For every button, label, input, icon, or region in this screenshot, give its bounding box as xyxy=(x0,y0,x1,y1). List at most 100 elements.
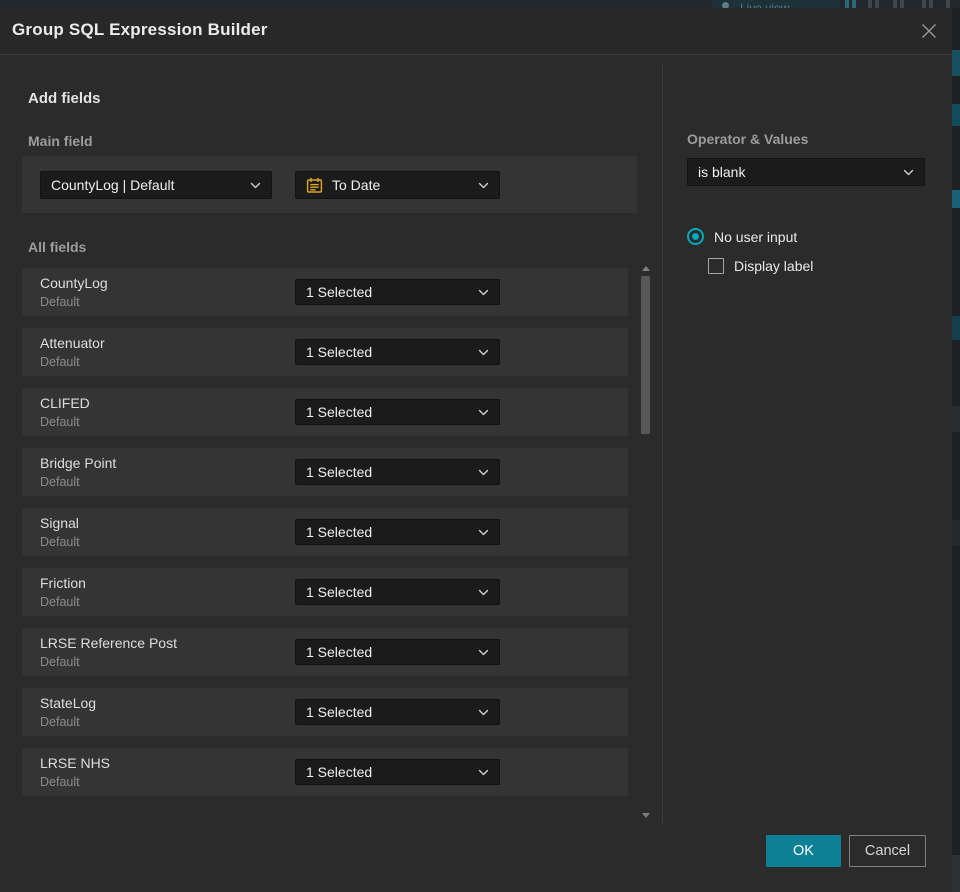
main-field-date-value: To Date xyxy=(332,177,381,193)
all-fields-list: CountyLog Default 1 Selected Attenuator … xyxy=(22,268,628,808)
field-name: Signal xyxy=(40,515,79,531)
chevron-down-icon xyxy=(478,409,489,415)
chevron-down-icon xyxy=(478,589,489,595)
chevron-down-icon xyxy=(250,182,261,188)
field-row: Friction Default 1 Selected xyxy=(22,568,628,616)
field-name: StateLog xyxy=(40,695,97,711)
scrollbar-thumb[interactable] xyxy=(641,276,650,434)
all-fields-label: All fields xyxy=(28,239,87,255)
dialog-title: Group SQL Expression Builder xyxy=(12,20,268,39)
toolbar-bar-icon xyxy=(893,0,897,8)
field-selected-dropdown[interactable]: 1 Selected xyxy=(295,519,500,545)
cancel-button[interactable]: Cancel xyxy=(849,835,926,867)
background-fragment xyxy=(952,50,960,76)
field-selected-dropdown[interactable]: 1 Selected xyxy=(295,459,500,485)
fields-scrollbar[interactable] xyxy=(639,264,653,820)
display-label-label: Display label xyxy=(734,258,814,274)
add-fields-heading: Add fields xyxy=(28,90,101,107)
field-selected-value: 1 Selected xyxy=(306,524,373,540)
field-selected-dropdown[interactable]: 1 Selected xyxy=(295,579,500,605)
field-selected-value: 1 Selected xyxy=(306,644,373,660)
operator-dropdown-value: is blank xyxy=(698,164,746,180)
toolbar-bar-icon xyxy=(929,0,933,8)
chevron-down-icon xyxy=(478,289,489,295)
field-variant: Default xyxy=(40,775,80,789)
calendar-icon xyxy=(306,177,323,193)
field-row: CountyLog Default 1 Selected xyxy=(22,268,628,316)
main-field-date-dropdown[interactable]: To Date xyxy=(295,171,500,199)
background-fragment xyxy=(952,190,960,208)
field-variant: Default xyxy=(40,475,80,489)
field-row: Signal Default 1 Selected xyxy=(22,508,628,556)
field-variant: Default xyxy=(40,535,80,549)
field-variant: Default xyxy=(40,295,80,309)
field-name: LRSE Reference Post xyxy=(40,635,177,651)
field-row: LRSE Reference Post Default 1 Selected xyxy=(22,628,628,676)
close-icon xyxy=(922,24,936,38)
toolbar-bar-icon xyxy=(868,0,872,8)
field-selected-value: 1 Selected xyxy=(306,344,373,360)
scrollbar-up-arrow-icon[interactable] xyxy=(642,266,650,271)
field-selected-value: 1 Selected xyxy=(306,464,373,480)
chevron-down-icon xyxy=(478,349,489,355)
live-view-indicator: Live view xyxy=(712,0,840,8)
ok-button[interactable]: OK xyxy=(766,835,841,867)
pause-bar-icon xyxy=(852,0,856,8)
operator-dropdown[interactable]: is blank xyxy=(687,158,925,186)
field-variant: Default xyxy=(40,595,80,609)
field-row: Attenuator Default 1 Selected xyxy=(22,328,628,376)
field-variant: Default xyxy=(40,415,80,429)
toolbar-bar-icon xyxy=(900,0,904,8)
field-name: CLIFED xyxy=(40,395,90,411)
field-name: Friction xyxy=(40,575,86,591)
field-selected-dropdown[interactable]: 1 Selected xyxy=(295,639,500,665)
field-row: Bridge Point Default 1 Selected xyxy=(22,448,628,496)
field-selected-dropdown[interactable]: 1 Selected xyxy=(295,699,500,725)
main-field-panel: CountyLog | Default To Date xyxy=(22,156,637,213)
field-selected-value: 1 Selected xyxy=(306,764,373,780)
display-label-checkbox[interactable]: Display label xyxy=(708,258,813,274)
field-name: Attenuator xyxy=(40,335,105,351)
group-sql-expression-builder-dialog: Group SQL Expression Builder Add fields … xyxy=(0,8,952,892)
no-user-input-radio[interactable]: No user input xyxy=(687,228,797,245)
background-app-top-strip: Live view xyxy=(0,0,960,8)
field-row: CLIFED Default 1 Selected xyxy=(22,388,628,436)
checkbox-unchecked-icon xyxy=(708,258,724,274)
field-row: StateLog Default 1 Selected xyxy=(22,688,628,736)
background-fragment xyxy=(952,520,960,546)
field-selected-value: 1 Selected xyxy=(306,284,373,300)
chevron-down-icon xyxy=(478,649,489,655)
chevron-down-icon xyxy=(478,529,489,535)
scrollbar-down-arrow-icon[interactable] xyxy=(642,813,650,818)
field-selected-value: 1 Selected xyxy=(306,584,373,600)
field-selected-dropdown[interactable]: 1 Selected xyxy=(295,759,500,785)
main-field-dropdown-value: CountyLog | Default xyxy=(51,177,175,193)
background-fragment xyxy=(952,855,960,892)
chevron-down-icon xyxy=(478,469,489,475)
dialog-footer: OK Cancel xyxy=(766,835,926,867)
field-selected-value: 1 Selected xyxy=(306,704,373,720)
vertical-divider xyxy=(662,63,663,823)
background-app-right-strip xyxy=(952,8,960,892)
radio-selected-icon xyxy=(687,228,704,245)
field-row: LRSE NHS Default 1 Selected xyxy=(22,748,628,796)
no-user-input-label: No user input xyxy=(714,228,798,245)
field-selected-dropdown[interactable]: 1 Selected xyxy=(295,399,500,425)
chevron-down-icon xyxy=(478,769,489,775)
field-variant: Default xyxy=(40,715,80,729)
pause-bar-icon xyxy=(845,0,849,8)
field-name: CountyLog xyxy=(40,275,108,291)
field-selected-dropdown[interactable]: 1 Selected xyxy=(295,339,500,365)
field-selected-dropdown[interactable]: 1 Selected xyxy=(295,279,500,305)
operator-values-label: Operator & Values xyxy=(687,131,809,147)
field-name: LRSE NHS xyxy=(40,755,111,771)
main-field-label: Main field xyxy=(28,133,93,149)
chevron-down-icon xyxy=(478,182,489,188)
field-name: Bridge Point xyxy=(40,455,117,471)
background-fragment xyxy=(952,104,960,126)
close-button[interactable] xyxy=(918,20,940,42)
screen: Live view Group SQL Expression Builder A… xyxy=(0,0,960,892)
main-field-dropdown[interactable]: CountyLog | Default xyxy=(40,171,272,199)
dialog-header: Group SQL Expression Builder xyxy=(0,8,952,55)
toolbar-bar-icon xyxy=(946,0,950,8)
